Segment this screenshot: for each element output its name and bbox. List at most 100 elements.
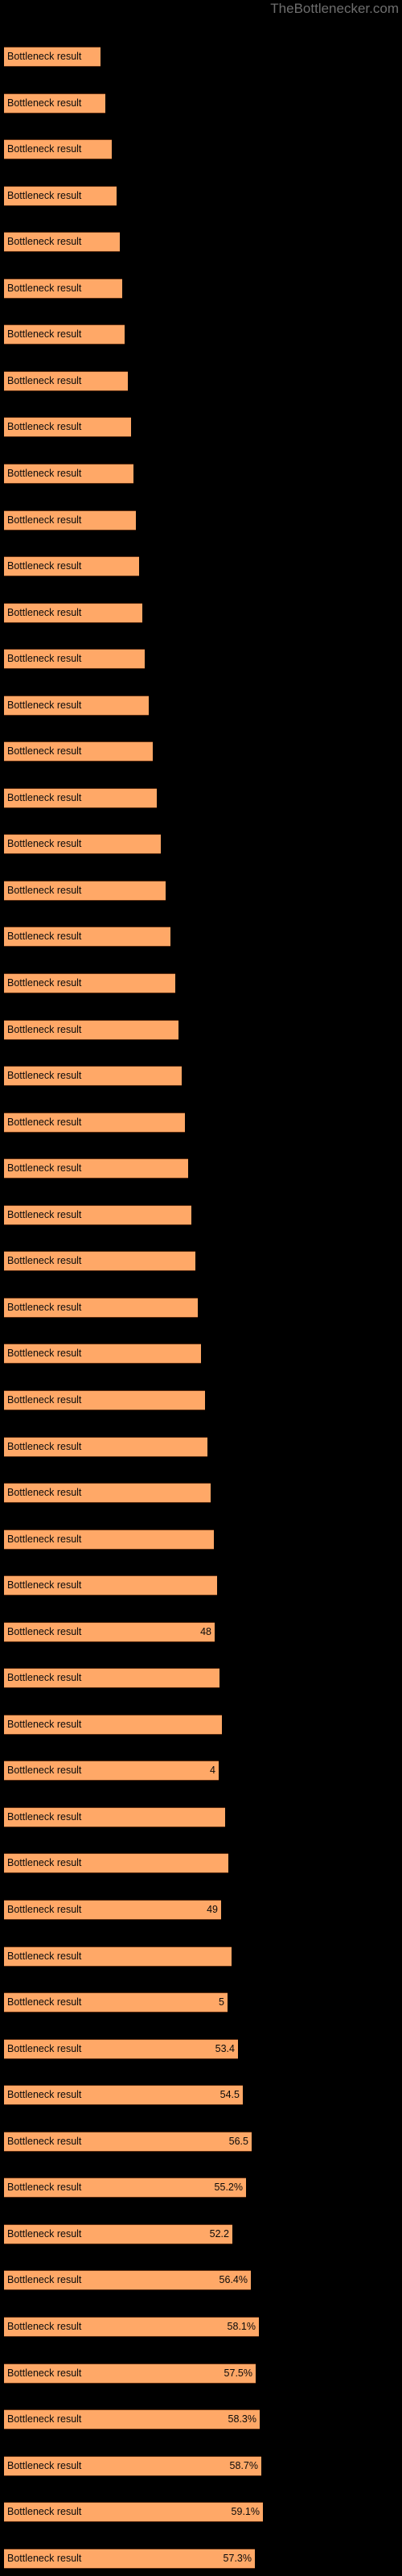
bar-row: Bottleneck result 4 <box>4 1761 219 1781</box>
bar-value-label: 56.5 <box>228 2136 248 2147</box>
bar-label: Bottleneck result <box>7 283 82 294</box>
bar-row: Bottleneck result <box>4 1205 191 1225</box>
bar-row: Bottleneck result <box>4 1251 195 1271</box>
bar-row: Bottleneck result 59.1% <box>4 2502 263 2522</box>
bar-label: Bottleneck result <box>7 51 82 62</box>
bar-label: Bottleneck result <box>7 1209 82 1220</box>
bar-label: Bottleneck result <box>7 1534 82 1545</box>
bar-row: Bottleneck result <box>4 1113 185 1133</box>
bar-label: Bottleneck result <box>7 190 82 201</box>
bar-row: Bottleneck result <box>4 186 117 206</box>
bar-row: Bottleneck result 56.4% <box>4 2270 251 2290</box>
bar-label: Bottleneck result <box>7 1951 82 1962</box>
bar-label: Bottleneck result <box>7 1579 82 1591</box>
bar-label: Bottleneck result <box>7 1904 82 1915</box>
bar-row: Bottleneck result <box>4 47 100 67</box>
bar-label: Bottleneck result <box>7 514 82 526</box>
bar-row: Bottleneck result <box>4 1344 201 1364</box>
bar-row: Bottleneck result 53.4 <box>4 2039 238 2059</box>
bar-row: Bottleneck result <box>4 1020 178 1040</box>
bar-label: Bottleneck result <box>7 1394 82 1406</box>
bar-value-label: 48 <box>200 1626 211 1637</box>
bar-label: Bottleneck result <box>7 2182 82 2193</box>
bar-label: Bottleneck result <box>7 1719 82 1730</box>
bar-label: Bottleneck result <box>7 931 82 942</box>
bar-row: Bottleneck result 49 <box>4 1900 221 1920</box>
bar-row: Bottleneck result 57.3% <box>4 2549 255 2569</box>
bar-label: Bottleneck result <box>7 2506 82 2517</box>
bar-label: Bottleneck result <box>7 1996 82 2008</box>
bar-label: Bottleneck result <box>7 977 82 989</box>
bar-label: Bottleneck result <box>7 468 82 479</box>
bar-label: Bottleneck result <box>7 143 82 155</box>
bar-value-label: 57.5% <box>224 2368 252 2379</box>
bar-label: Bottleneck result <box>7 838 82 849</box>
bar-row: Bottleneck result 57.5% <box>4 2363 256 2384</box>
bar-label: Bottleneck result <box>7 1672 82 1683</box>
bar-label: Bottleneck result <box>7 2089 82 2100</box>
bar-label: Bottleneck result <box>7 2228 82 2240</box>
bar-value-label: 49 <box>207 1904 218 1915</box>
bar-value-label: 57.3% <box>223 2553 252 2564</box>
bar-row: Bottleneck result <box>4 464 133 484</box>
bar-label: Bottleneck result <box>7 1070 82 1081</box>
bar-label: Bottleneck result <box>7 2553 82 2564</box>
bar-value-label: 52.2 <box>209 2228 229 2240</box>
bar-value-label: 58.1% <box>227 2321 256 2332</box>
bar-label: Bottleneck result <box>7 421 82 432</box>
bar-row: Bottleneck result <box>4 139 112 159</box>
bar-row: Bottleneck result <box>4 371 128 391</box>
bar-value-label: 56.4% <box>219 2274 248 2285</box>
bar-value-label: 58.3% <box>228 2413 256 2425</box>
bar-label: Bottleneck result <box>7 97 82 109</box>
bar-row: Bottleneck result <box>4 1066 182 1086</box>
bar-row: Bottleneck result <box>4 741 153 762</box>
bar-row: Bottleneck result <box>4 1390 205 1410</box>
bar-label: Bottleneck result <box>7 236 82 247</box>
bar-label: Bottleneck result <box>7 2460 82 2471</box>
bar-label: Bottleneck result <box>7 328 82 340</box>
bar-label: Bottleneck result <box>7 885 82 896</box>
bar-row: Bottleneck result <box>4 1298 198 1318</box>
bar-row: Bottleneck result 58.7% <box>4 2456 261 2476</box>
bar-label: Bottleneck result <box>7 1626 82 1637</box>
bar-row: Bottleneck result <box>4 1575 217 1596</box>
bar-label: Bottleneck result <box>7 1255 82 1266</box>
bar-label: Bottleneck result <box>7 1117 82 1128</box>
bar-label: Bottleneck result <box>7 560 82 572</box>
bar-label: Bottleneck result <box>7 1302 82 1313</box>
bar-row: Bottleneck result <box>4 1483 211 1503</box>
bar-row: Bottleneck result 58.1% <box>4 2317 259 2337</box>
bar-row: Bottleneck result <box>4 510 136 530</box>
bar-row: Bottleneck result <box>4 417 131 437</box>
bar-label: Bottleneck result <box>7 2321 82 2332</box>
bar-row: Bottleneck result 58.3% <box>4 2409 260 2429</box>
bar-row: Bottleneck result 52.2 <box>4 2224 232 2244</box>
bar-row: Bottleneck result <box>4 927 170 947</box>
bar-row: Bottleneck result <box>4 973 175 993</box>
bar-row: Bottleneck result <box>4 1668 219 1688</box>
bar-row: Bottleneck result <box>4 788 157 808</box>
bar-row: Bottleneck result <box>4 1530 214 1550</box>
bar-row: Bottleneck result <box>4 881 166 901</box>
bar-label: Bottleneck result <box>7 700 82 711</box>
bar-label: Bottleneck result <box>7 1811 82 1823</box>
bar-row: Bottleneck result <box>4 649 145 669</box>
bar-label: Bottleneck result <box>7 2368 82 2379</box>
bar-value-label: 54.5 <box>219 2089 240 2100</box>
bar-row: Bottleneck result <box>4 1807 225 1827</box>
bar-label: Bottleneck result <box>7 1348 82 1359</box>
bar-row: Bottleneck result <box>4 1946 232 1967</box>
bar-label: Bottleneck result <box>7 1857 82 1868</box>
bar-label: Bottleneck result <box>7 1162 82 1174</box>
bar-label: Bottleneck result <box>7 2274 82 2285</box>
bar-label: Bottleneck result <box>7 375 82 386</box>
bar-label: Bottleneck result <box>7 745 82 757</box>
bar-value-label: 4 <box>210 1765 215 1776</box>
bar-row: Bottleneck result 55.2% <box>4 2178 246 2198</box>
bar-row: Bottleneck result <box>4 93 105 114</box>
bar-value-label: 53.4 <box>215 2043 235 2054</box>
bottleneck-bar-chart: Bottleneck result Bottleneck result Bottle… <box>0 0 402 2576</box>
bar-row: Bottleneck result 54.5 <box>4 2085 243 2105</box>
bar-row: Bottleneck result <box>4 232 120 252</box>
